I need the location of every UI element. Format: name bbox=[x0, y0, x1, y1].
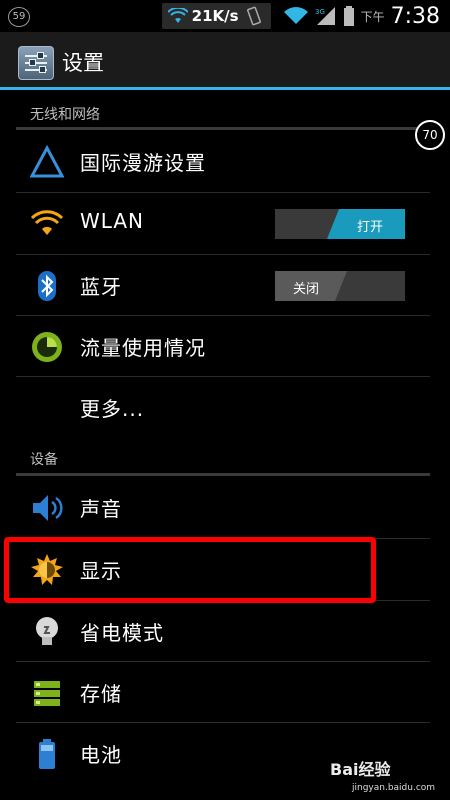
settings-item-label: 更多... bbox=[80, 397, 145, 421]
bluetooth-icon bbox=[38, 271, 56, 301]
time-period: 下午 bbox=[360, 9, 385, 24]
highlight-box bbox=[4, 537, 376, 603]
data-usage-clock-icon bbox=[32, 332, 62, 362]
settings-item-label: 国际漫游设置 bbox=[80, 151, 206, 175]
section-header-wireless: 无线和网络 bbox=[30, 107, 100, 123]
svg-text:3G: 3G bbox=[315, 8, 325, 16]
settings-item-label: 省电模式 bbox=[80, 621, 164, 645]
storage-icon bbox=[34, 681, 60, 706]
settings-item-wlan[interactable]: WLAN 打开 bbox=[0, 193, 450, 255]
notification-count-badge: 59 bbox=[8, 7, 30, 27]
wifi-icon bbox=[167, 8, 188, 23]
status-bar: 59 21K/s 3G 下午 7:38 bbox=[0, 0, 450, 32]
settings-item-label: 存储 bbox=[80, 682, 122, 706]
settings-item-label: WLAN bbox=[80, 209, 145, 233]
section-divider bbox=[16, 473, 430, 476]
wlan-toggle[interactable]: 打开 bbox=[275, 209, 405, 239]
status-bar-right: 21K/s 3G 下午 7:38 bbox=[161, 0, 450, 32]
settings-item-label: 电池 bbox=[80, 743, 122, 767]
network-speed: 21K/s bbox=[191, 7, 239, 25]
cell-signal-icon: 3G bbox=[315, 7, 335, 25]
settings-item-data-usage[interactable]: 流量使用情况 bbox=[0, 316, 450, 378]
section-divider bbox=[16, 127, 430, 130]
wifi-icon bbox=[30, 210, 64, 235]
vibrate-icon bbox=[246, 6, 261, 26]
settings-item-bluetooth[interactable]: 蓝牙 关闭 bbox=[0, 255, 450, 317]
settings-item-label: 蓝牙 bbox=[80, 275, 122, 299]
lightbulb-icon bbox=[36, 617, 58, 645]
network-speed-indicator: 21K/s bbox=[161, 3, 271, 29]
clock: 7:38 bbox=[390, 3, 440, 29]
section-header-device: 设备 bbox=[30, 452, 58, 468]
action-bar: 设置 bbox=[0, 32, 450, 90]
settings-item-sound[interactable]: 声音 bbox=[0, 477, 450, 539]
settings-app-icon[interactable] bbox=[18, 46, 54, 80]
wifi-signal-icon bbox=[283, 7, 308, 25]
roaming-triangle-icon bbox=[30, 145, 64, 178]
settings-item-label: 声音 bbox=[80, 497, 122, 521]
settings-item-storage[interactable]: 存储 bbox=[0, 662, 450, 724]
bluetooth-toggle[interactable]: 关闭 bbox=[275, 271, 405, 301]
wlan-toggle-state: 打开 bbox=[356, 220, 383, 235]
settings-item-power-saving[interactable]: 省电模式 bbox=[0, 601, 450, 663]
watermark-logo: Bai经验 bbox=[330, 760, 391, 779]
settings-item-roaming[interactable]: 国际漫游设置 bbox=[0, 131, 450, 193]
watermark-url: jingyan.baidu.com bbox=[352, 783, 436, 793]
bluetooth-toggle-state: 关闭 bbox=[293, 282, 320, 297]
battery-icon bbox=[39, 739, 55, 769]
settings-item-label: 流量使用情况 bbox=[80, 336, 206, 360]
battery-icon bbox=[343, 6, 354, 26]
speaker-icon bbox=[33, 495, 63, 521]
settings-item-more[interactable]: 更多... bbox=[0, 377, 450, 439]
page-title: 设置 bbox=[62, 51, 104, 75]
